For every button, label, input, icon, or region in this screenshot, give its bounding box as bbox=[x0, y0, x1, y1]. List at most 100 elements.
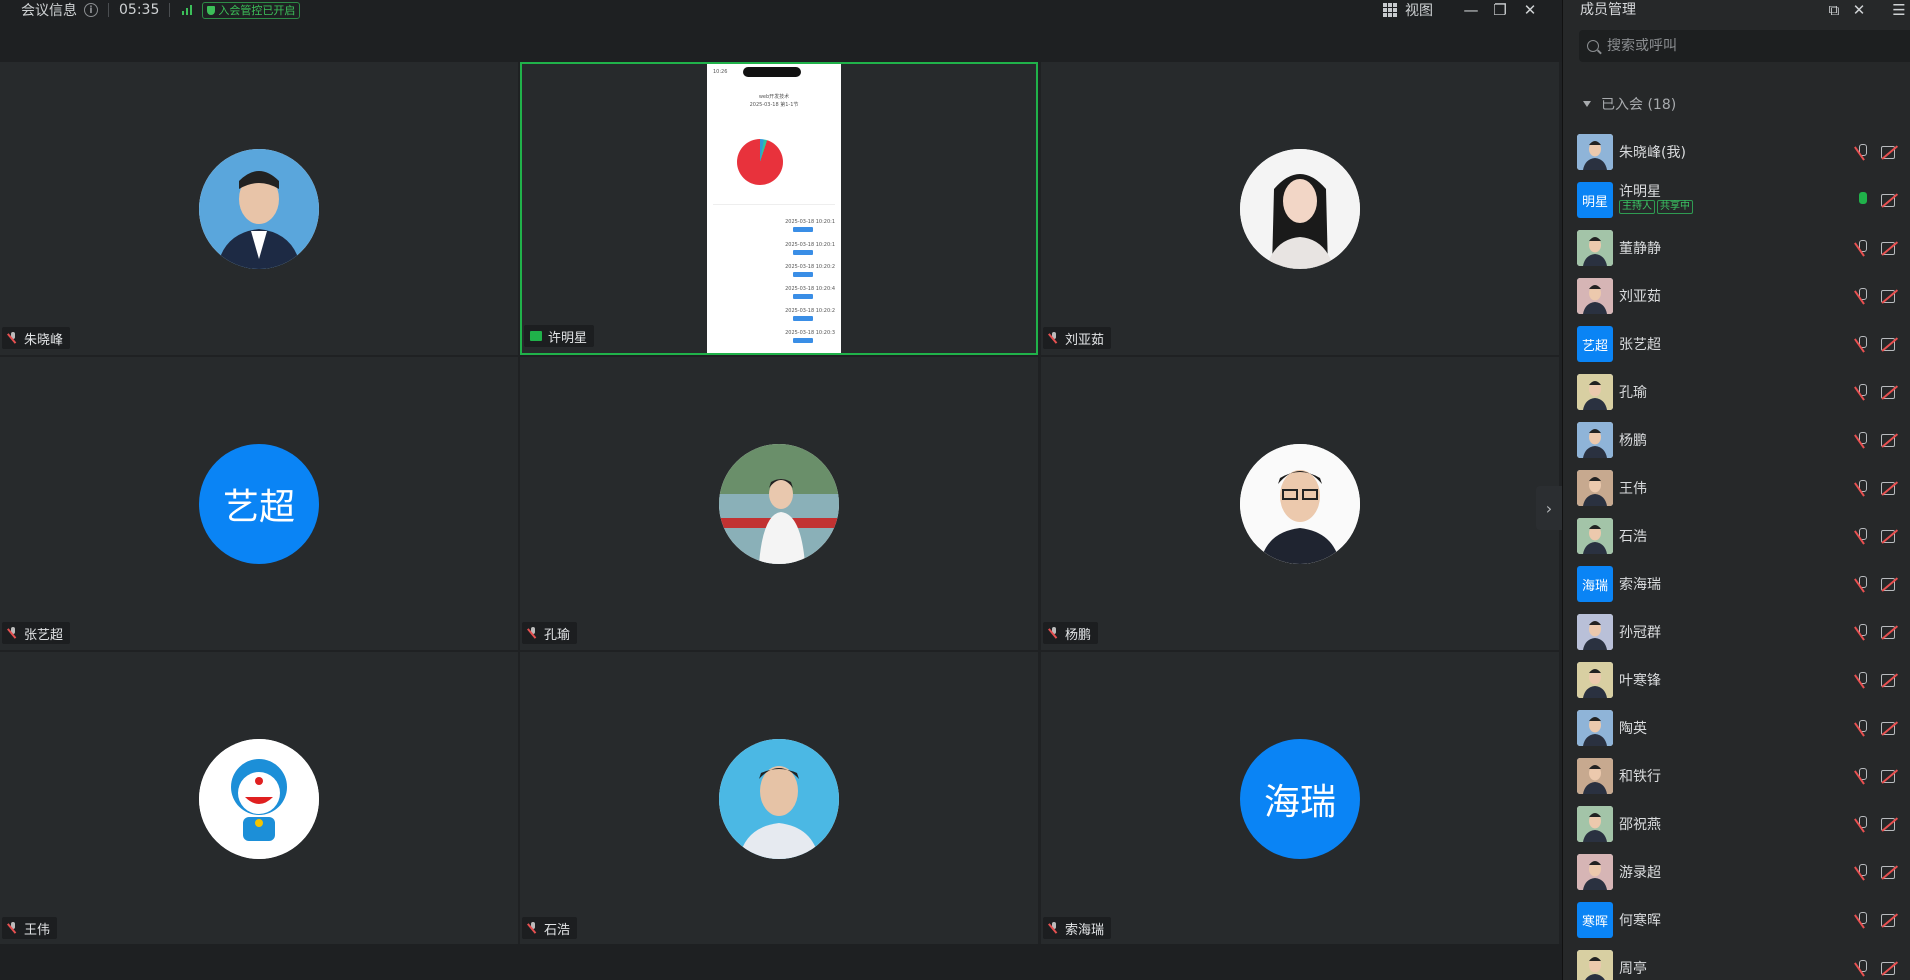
participant-avatar bbox=[199, 738, 319, 859]
search-input[interactable] bbox=[1607, 38, 1867, 54]
phone-time: 10:26 bbox=[713, 69, 728, 75]
member-name: 董静静 bbox=[1619, 241, 1661, 257]
status-tag bbox=[793, 338, 813, 343]
member-row[interactable]: 孙冠群 bbox=[1563, 612, 1910, 660]
mic-muted-icon[interactable] bbox=[1856, 288, 1868, 304]
camera-off-icon[interactable] bbox=[1881, 289, 1899, 303]
member-row[interactable]: 周亭 bbox=[1563, 948, 1910, 980]
video-tile[interactable]: 海瑞 索海瑞 bbox=[1041, 652, 1559, 945]
camera-off-icon[interactable] bbox=[1881, 385, 1899, 399]
next-page-arrow-icon[interactable]: › bbox=[1536, 486, 1562, 530]
camera-off-icon[interactable] bbox=[1881, 193, 1899, 207]
participant-name: 王伟 bbox=[24, 922, 51, 938]
video-tile[interactable]: 艺超 张艺超 bbox=[0, 357, 518, 650]
mic-muted-icon[interactable] bbox=[1856, 720, 1868, 736]
member-row[interactable]: 明星 许明星 主持人 共享中 bbox=[1563, 180, 1910, 228]
mic-muted-icon[interactable] bbox=[1856, 240, 1868, 256]
video-tile-screen-share[interactable]: 10:26 web开发技术 2025-03-18 第1-1节 2025-03-1… bbox=[520, 62, 1038, 355]
member-row[interactable]: 杨鹏 bbox=[1563, 420, 1910, 468]
phone-row-text: 2025-03-18 10:20:4 bbox=[785, 286, 835, 292]
member-row[interactable]: 董静静 bbox=[1563, 228, 1910, 276]
menu-icon[interactable]: ☰ bbox=[1890, 0, 1908, 20]
joined-count: 已入会 (18) bbox=[1601, 97, 1677, 113]
camera-off-icon[interactable] bbox=[1881, 769, 1899, 783]
camera-off-icon[interactable] bbox=[1881, 913, 1899, 927]
camera-off-icon[interactable] bbox=[1881, 961, 1899, 975]
member-row[interactable]: 孔瑜 bbox=[1563, 372, 1910, 420]
camera-off-icon[interactable] bbox=[1881, 433, 1899, 447]
member-row[interactable]: 寒晖 何寒晖 bbox=[1563, 900, 1910, 948]
camera-off-icon[interactable] bbox=[1881, 673, 1899, 687]
member-search[interactable] bbox=[1579, 30, 1910, 62]
member-panel-title: 成员管理 bbox=[1580, 2, 1636, 18]
camera-off-icon[interactable] bbox=[1881, 625, 1899, 639]
member-row[interactable]: 和铁行 bbox=[1563, 756, 1910, 804]
mic-muted-icon[interactable] bbox=[1856, 912, 1868, 928]
mic-muted-icon[interactable] bbox=[1856, 528, 1868, 544]
member-row[interactable]: 海瑞 索海瑞 bbox=[1563, 564, 1910, 612]
camera-off-icon[interactable] bbox=[1881, 337, 1899, 351]
camera-off-icon[interactable] bbox=[1881, 481, 1899, 495]
close-button[interactable]: ✕ bbox=[1520, 0, 1540, 20]
camera-off-icon[interactable] bbox=[1881, 721, 1899, 735]
mic-muted-icon[interactable] bbox=[1856, 336, 1868, 352]
mic-muted-icon[interactable] bbox=[1856, 864, 1868, 880]
video-tile[interactable]: 杨鹏 bbox=[1041, 357, 1559, 650]
status-tag bbox=[793, 227, 813, 232]
member-row[interactable]: 朱晓峰(我) bbox=[1563, 132, 1910, 180]
camera-off-icon[interactable] bbox=[1881, 577, 1899, 591]
mic-muted-icon[interactable] bbox=[1856, 768, 1868, 784]
member-name: 周亭 bbox=[1619, 961, 1647, 977]
member-name: 孙冠群 bbox=[1619, 625, 1661, 641]
restore-button[interactable]: ❐ bbox=[1490, 0, 1510, 20]
mic-muted-icon[interactable] bbox=[1856, 576, 1868, 592]
video-tile[interactable]: 朱晓峰 bbox=[0, 62, 518, 355]
top-bar: 会议信息 i 05:35 入会管控已开启 视图 — ❐ ✕ bbox=[0, 0, 1562, 62]
panel-close-icon[interactable]: ✕ bbox=[1850, 0, 1868, 20]
camera-off-icon[interactable] bbox=[1881, 865, 1899, 879]
entry-control-badge[interactable]: 入会管控已开启 bbox=[202, 1, 301, 19]
signal-strength-icon[interactable] bbox=[182, 5, 193, 15]
video-tile[interactable]: 王伟 bbox=[0, 652, 518, 945]
mic-muted-icon bbox=[1049, 922, 1059, 934]
member-row[interactable]: 石浩 bbox=[1563, 516, 1910, 564]
shared-screen: 10:26 web开发技术 2025-03-18 第1-1节 2025-03-1… bbox=[707, 64, 841, 353]
popout-icon[interactable]: ⧉ bbox=[1825, 0, 1843, 20]
mic-on-icon[interactable] bbox=[1856, 192, 1868, 208]
member-avatar: 寒晖 bbox=[1577, 902, 1613, 938]
info-icon[interactable]: i bbox=[84, 3, 98, 17]
member-row[interactable]: 王伟 bbox=[1563, 468, 1910, 516]
joined-section-header[interactable]: 已入会 (18) bbox=[1583, 94, 1676, 114]
mic-muted-icon[interactable] bbox=[1856, 624, 1868, 640]
video-tile[interactable]: 刘亚茹 bbox=[1041, 62, 1559, 355]
video-tile[interactable]: 石浩 bbox=[520, 652, 1038, 945]
phone-row: 2025-03-18 10:20:2 bbox=[713, 264, 835, 270]
camera-off-icon[interactable] bbox=[1881, 529, 1899, 543]
meeting-info-label[interactable]: 会议信息 bbox=[21, 0, 77, 20]
mic-muted-icon[interactable] bbox=[1856, 384, 1868, 400]
camera-off-icon[interactable] bbox=[1881, 145, 1899, 159]
member-avatar-photo bbox=[1577, 230, 1613, 266]
camera-off-icon[interactable] bbox=[1881, 817, 1899, 831]
participant-name-tag: 朱晓峰 bbox=[2, 327, 71, 349]
member-row[interactable]: 陶英 bbox=[1563, 708, 1910, 756]
phone-row-text: 2025-03-18 10:20:2 bbox=[785, 264, 835, 270]
member-row[interactable]: 邵祝燕 bbox=[1563, 804, 1910, 852]
video-tile[interactable]: 孔瑜 bbox=[520, 357, 1038, 650]
member-row[interactable]: 游录超 bbox=[1563, 852, 1910, 900]
participant-name: 张艺超 bbox=[24, 627, 64, 643]
participant-name: 杨鹏 bbox=[1065, 627, 1092, 643]
member-row[interactable]: 叶寒锋 bbox=[1563, 660, 1910, 708]
mic-muted-icon[interactable] bbox=[1856, 480, 1868, 496]
mic-muted-icon[interactable] bbox=[1856, 960, 1868, 976]
mic-muted-icon[interactable] bbox=[1856, 816, 1868, 832]
camera-off-icon[interactable] bbox=[1881, 241, 1899, 255]
mic-muted-icon[interactable] bbox=[1856, 672, 1868, 688]
member-row[interactable]: 艺超 张艺超 bbox=[1563, 324, 1910, 372]
view-button[interactable]: 视图 bbox=[1383, 0, 1433, 20]
minimize-button[interactable]: — bbox=[1461, 0, 1481, 20]
member-avatar-photo bbox=[1577, 374, 1613, 410]
mic-muted-icon[interactable] bbox=[1856, 432, 1868, 448]
member-row[interactable]: 刘亚茹 bbox=[1563, 276, 1910, 324]
mic-muted-icon[interactable] bbox=[1856, 144, 1868, 160]
